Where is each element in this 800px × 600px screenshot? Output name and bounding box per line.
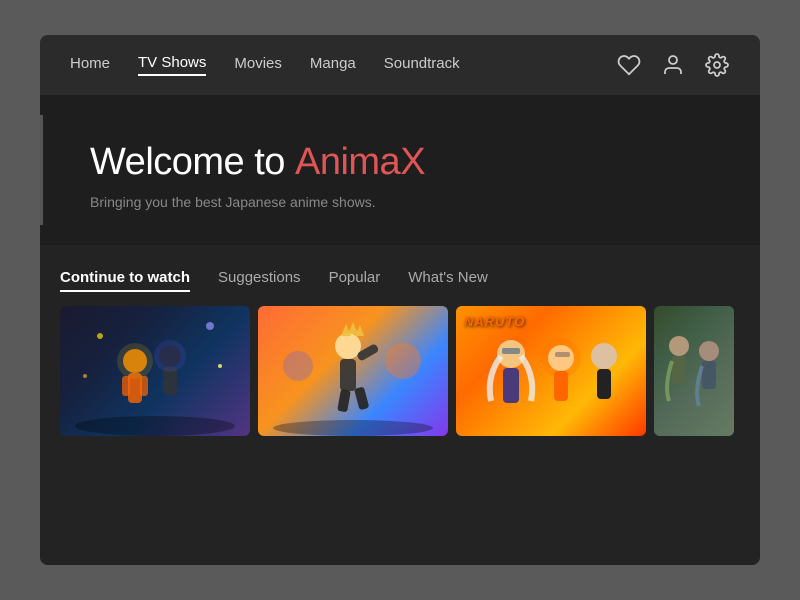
naruto-label: NARUTO: [464, 314, 525, 329]
navbar: Home TV Shows Movies Manga Soundtrack: [40, 35, 760, 95]
content-area: Continue to watch Suggestions Popular Wh…: [40, 245, 760, 565]
nav-icons: [616, 52, 730, 78]
thumbnail-naruto[interactable]: NARUTO: [456, 306, 646, 436]
nav-home[interactable]: Home: [70, 55, 110, 75]
thumbnail-boruto[interactable]: [258, 306, 448, 436]
user-icon[interactable]: [660, 52, 686, 78]
hero-title: Welcome to AnimaX: [90, 141, 710, 184]
tab-popular[interactable]: Popular: [329, 265, 381, 290]
heart-icon[interactable]: [616, 52, 642, 78]
nav-manga[interactable]: Manga: [310, 55, 356, 75]
hero-subtitle: Bringing you the best Japanese anime sho…: [90, 194, 710, 210]
thumbnail-aot[interactable]: [654, 306, 734, 436]
brand-name: AnimaX: [295, 141, 425, 183]
hero-section: Welcome to AnimaX Bringing you the best …: [40, 95, 760, 245]
nav-links: Home TV Shows Movies Manga Soundtrack: [70, 54, 616, 76]
app-container: Home TV Shows Movies Manga Soundtrack We: [40, 35, 760, 565]
thumbnail-row: NARUTO: [60, 306, 740, 565]
content-tabs: Continue to watch Suggestions Popular Wh…: [60, 265, 740, 290]
thumbnail-dragon-ball[interactable]: [60, 306, 250, 436]
nav-tv-shows[interactable]: TV Shows: [138, 54, 206, 76]
tab-continue-to-watch[interactable]: Continue to watch: [60, 265, 190, 290]
nav-movies[interactable]: Movies: [234, 55, 282, 75]
nav-soundtrack[interactable]: Soundtrack: [384, 55, 460, 75]
settings-icon[interactable]: [704, 52, 730, 78]
tab-suggestions[interactable]: Suggestions: [218, 265, 301, 290]
tab-whats-new[interactable]: What's New: [408, 265, 488, 290]
